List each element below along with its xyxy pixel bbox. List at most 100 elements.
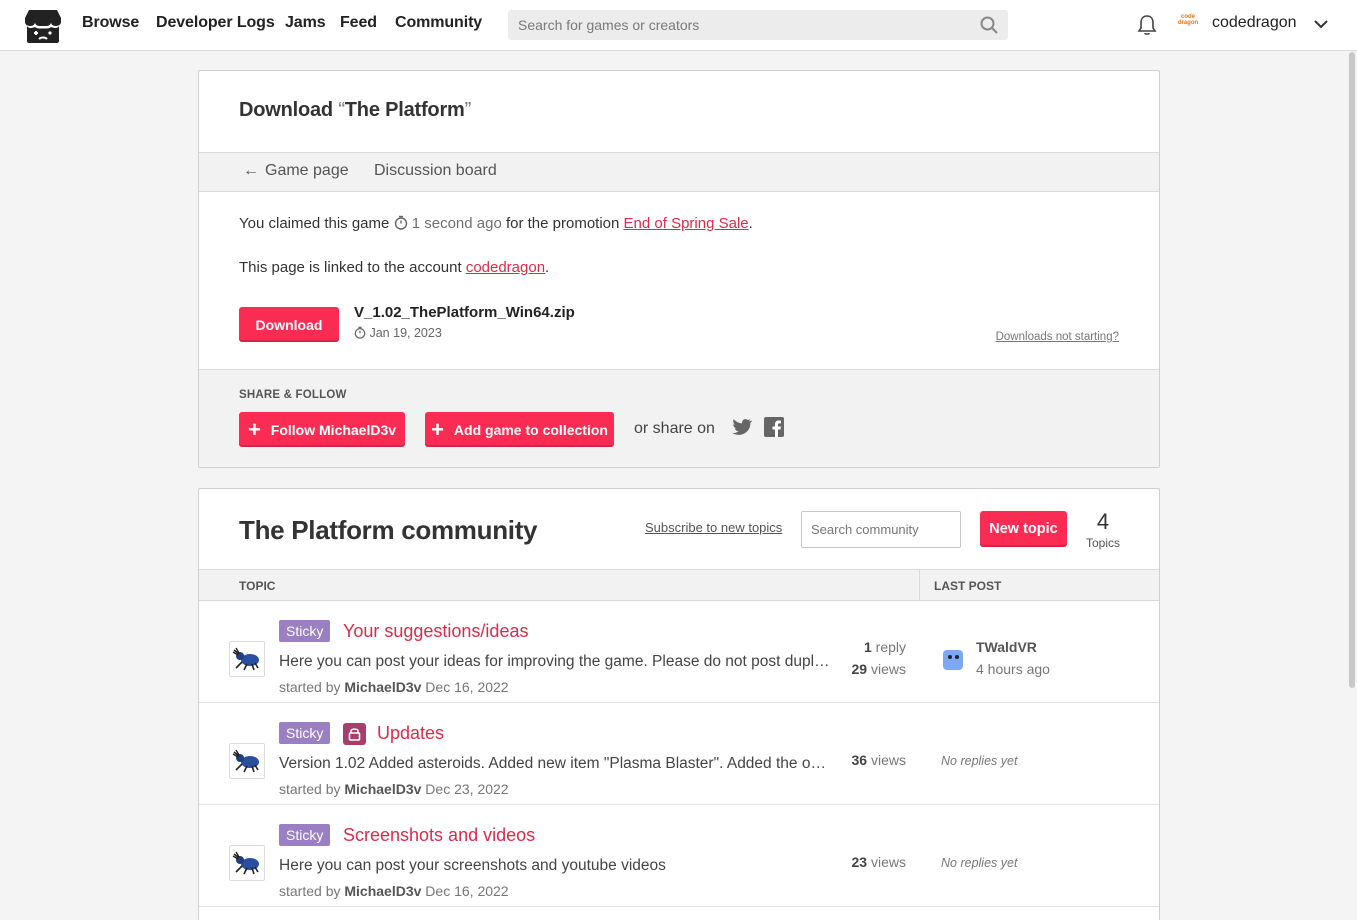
new-topic-button[interactable]: New topic [980,511,1067,547]
topic-title[interactable]: Your suggestions/ideas [343,621,528,642]
started-prefix: started by [279,883,345,899]
column-divider [919,570,920,601]
tab-discussion-board[interactable]: Discussion board [374,162,497,180]
search-icon[interactable] [980,16,998,34]
tab-game-page[interactable]: Game page [265,162,349,180]
nav-browse[interactable]: Browse [82,14,139,32]
topic-title[interactable]: Updates [377,723,444,744]
last-post-time[interactable]: 4 hours ago [976,661,1050,677]
sticky-badge: Sticky [279,620,331,642]
linked-end: . [545,259,550,276]
account-link[interactable]: codedragon [466,259,545,276]
downloads-help-link[interactable]: Downloads not starting? [996,331,1119,343]
page-scrollbar[interactable] [1349,52,1355,688]
claim-prefix: You claimed this game [239,215,394,232]
view-count-number: 29 [851,661,868,677]
view-count-number: 23 [851,854,868,870]
ant-avatar-icon [232,851,259,875]
collection-label: Add game to collection [453,421,608,438]
follow-button[interactable]: + Follow MichaelD3v [239,412,405,447]
community-search [801,511,961,548]
promotion-link[interactable]: End of Spring Sale [624,215,749,232]
view-count-label: views [867,854,906,870]
topic-author[interactable]: MichaelD3v [344,883,421,899]
no-replies-label: No replies yet [941,856,1018,870]
twitter-icon[interactable] [732,418,752,436]
community-card: The Platform community Subscribe to new … [198,488,1160,920]
reply-count-label: reply [871,639,906,655]
reply-count: 1 reply [864,639,906,655]
col-last-post: LAST POST [934,579,1002,593]
share-follow-section: SHARE & FOLLOW + Follow MichaelD3v + Add g… [199,369,1159,467]
started-prefix: started by [279,679,345,695]
itchio-logo[interactable] [24,8,62,44]
topic-excerpt: Version 1.02 Added asteroids. Added new … [279,755,831,772]
last-poster-avatar[interactable] [941,647,965,671]
topic-row: Sticky Screenshots and videos Here you c… [199,805,1159,907]
topic-started-by: started by MichaelD3v Dec 23, 2022 [279,781,509,797]
header-search [508,10,1008,40]
file-date: Jan 19, 2023 [369,326,442,340]
author-avatar[interactable] [229,641,265,677]
topic-started-by: started by MichaelD3v Dec 16, 2022 [279,883,509,899]
lock-icon [343,723,366,745]
sticky-badge: Sticky [279,722,331,744]
header-search-input[interactable] [508,10,968,40]
topic-title[interactable]: Screenshots and videos [343,825,535,846]
top-header: Browse Developer Logs Jams Feed Communit… [0,0,1357,51]
topic-date: Dec 23, 2022 [421,781,509,797]
view-count-number: 36 [851,752,868,768]
topic-date: Dec 16, 2022 [421,883,509,899]
author-avatar[interactable] [229,845,265,881]
view-count: 29 views [852,661,906,677]
topic-author[interactable]: MichaelD3v [344,781,421,797]
bell-icon[interactable] [1137,14,1157,36]
nav-feed[interactable]: Feed [340,14,377,32]
facebook-icon[interactable] [764,417,784,437]
topic-row: Sticky Your suggestions/ideas Here you c… [199,601,1159,703]
ant-avatar-icon [232,647,259,671]
share-on-label: or share on [634,420,715,437]
clock-icon [354,326,366,339]
title-prefix: Download [239,99,339,121]
add-to-collection-button[interactable]: + Add game to collection [425,412,614,447]
nav-jams[interactable]: Jams [285,14,326,32]
community-search-input[interactable] [802,512,960,547]
started-prefix: started by [279,781,345,797]
topic-count: 4 [1096,509,1110,534]
ant-avatar-icon [232,749,259,773]
user-avatar[interactable]: code dragon [1175,14,1201,34]
claim-time: 1 second ago [411,215,502,232]
follow-label: Follow MichaelD3v [270,421,397,438]
chevron-down-icon[interactable] [1313,17,1329,31]
view-count: 36 views [852,752,906,768]
topic-started-by: started by MichaelD3v Dec 16, 2022 [279,679,509,695]
subscribe-link[interactable]: Subscribe to new topics [645,520,782,535]
plus-icon: + [431,416,444,442]
sticky-badge: Sticky [279,824,331,846]
view-count: 23 views [852,854,906,870]
page-title: Download “The Platform” [239,99,471,122]
col-topic: TOPIC [239,579,276,593]
last-poster-name[interactable]: TWaldVR [976,639,1037,655]
download-button[interactable]: Download [239,307,339,342]
claim-info: You claimed this game 1 second ago for t… [239,215,753,232]
topic-author[interactable]: MichaelD3v [344,679,421,695]
topic-excerpt: Here you can post your screenshots and y… [279,857,666,874]
back-arrow-icon[interactable]: ← [243,162,259,180]
account-info: This page is linked to the account coded… [239,259,549,276]
title-close-quote: ” [464,99,472,121]
clock-icon [394,215,407,230]
nav-developer-logs[interactable]: Developer Logs [156,14,275,32]
file-date-row: Jan 19, 2023 [354,326,442,340]
sub-nav: ← Game page Discussion board [199,152,1159,192]
author-avatar[interactable] [229,743,265,779]
topic-count-label: Topics [1085,536,1120,550]
download-card: Download “The Platform” ← Game page Disc… [198,70,1160,468]
plus-icon: + [247,416,261,442]
file-name: V_1.02_ThePlatform_Win64.zip [354,304,575,321]
community-title: The Platform community [239,515,538,545]
nav-community[interactable]: Community [395,14,482,32]
topic-excerpt: Here you can post your ideas for improvi… [279,653,831,670]
username[interactable]: codedragon [1212,14,1297,32]
